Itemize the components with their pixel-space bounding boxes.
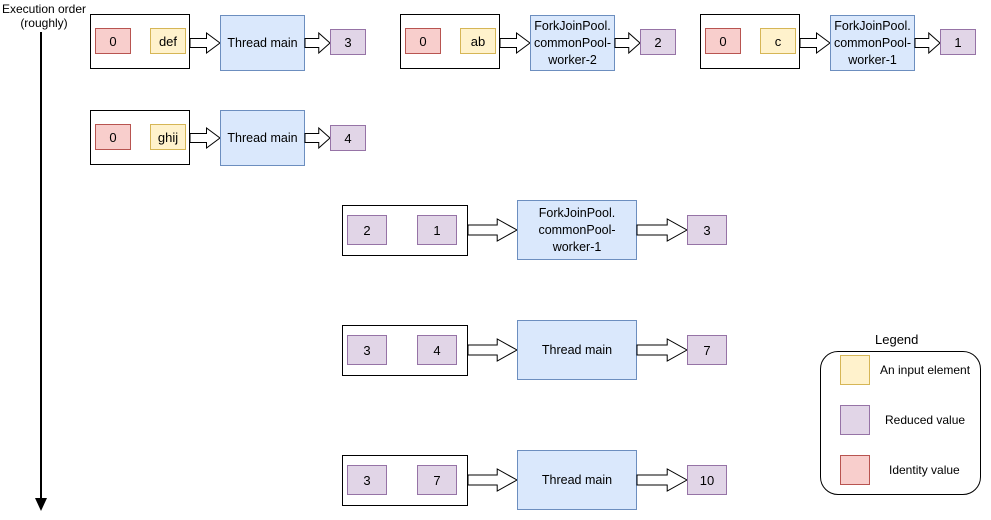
thread-box: Thread main [517, 450, 637, 510]
output-arrow [636, 218, 689, 242]
output-arrow [304, 126, 331, 150]
result-value-cell: 3 [330, 29, 366, 55]
reduced-value-cell: 3 [347, 465, 387, 495]
thread-name: ForkJoinPool. commonPool- worker-1 [833, 18, 912, 67]
result-value-cell: 1 [940, 29, 976, 55]
input-arrow [467, 468, 519, 492]
identity-value-cell: 0 [405, 28, 441, 54]
legend-label-identity: Identity value [889, 463, 960, 477]
result-value-cell: 4 [330, 125, 366, 151]
input-value-cell: ghij [150, 124, 186, 150]
legend-title: Legend [875, 332, 919, 347]
thread-box: Thread main [517, 320, 637, 380]
input-arrow [189, 32, 221, 54]
reduced-value-cell: 2 [347, 215, 387, 245]
identity-value-cell: 0 [705, 28, 741, 54]
reduced-value-cell: 3 [347, 335, 387, 365]
output-arrow [614, 31, 641, 55]
legend-swatch-input [840, 355, 870, 385]
result-value-cell: 2 [640, 29, 676, 55]
thread-name: ForkJoinPool. commonPool- worker-2 [533, 18, 612, 67]
result-value-cell: 3 [687, 215, 727, 245]
input-value-cell: c [760, 28, 796, 54]
reduced-value-cell: 4 [417, 335, 457, 365]
legend-swatch-identity [840, 455, 870, 485]
thread-name: Thread main [227, 130, 298, 145]
input-arrow [799, 32, 831, 54]
identity-value-cell: 0 [95, 28, 131, 54]
reduced-value-cell: 1 [417, 215, 457, 245]
thread-box: Thread main [220, 15, 305, 71]
identity-value-cell: 0 [95, 124, 131, 150]
input-arrow [499, 32, 531, 54]
reduced-value-cell: 7 [417, 465, 457, 495]
thread-name: Thread main [227, 35, 298, 50]
thread-box: ForkJoinPool. commonPool- worker-2 [530, 15, 615, 71]
output-arrow [636, 468, 689, 492]
thread-name: ForkJoinPool. commonPool- worker-1 [538, 205, 616, 254]
thread-box: ForkJoinPool. commonPool- worker-1 [830, 15, 915, 71]
output-arrow [914, 31, 941, 55]
input-arrow [467, 338, 519, 362]
thread-name: Thread main [541, 342, 613, 357]
thread-box: Thread main [220, 110, 305, 166]
output-arrow [636, 338, 689, 362]
thread-box: ForkJoinPool. commonPool- worker-1 [517, 200, 637, 260]
output-arrow [304, 31, 331, 55]
input-arrow [189, 127, 221, 149]
input-arrow [467, 218, 519, 242]
input-value-cell: def [150, 28, 186, 54]
legend-swatch-reduced [840, 405, 870, 435]
thread-name: Thread main [541, 472, 613, 487]
result-value-cell: 7 [687, 335, 727, 365]
legend-label-reduced: Reduced value [885, 413, 966, 427]
legend-label-input: An input element [880, 363, 971, 377]
result-value-cell: 10 [687, 465, 727, 495]
input-value-cell: ab [460, 28, 496, 54]
